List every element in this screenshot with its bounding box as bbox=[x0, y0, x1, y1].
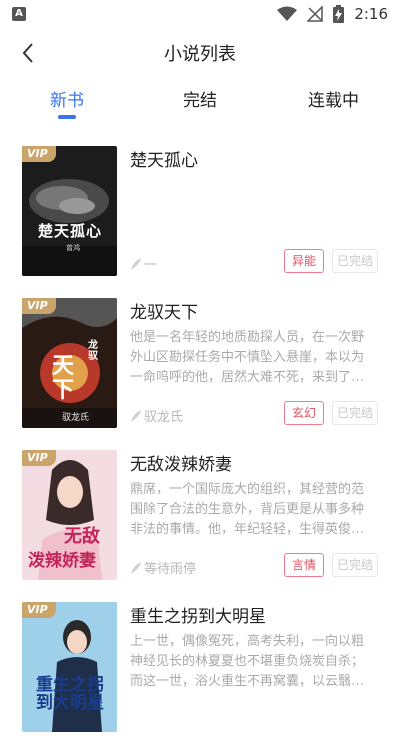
author-name: 驭龙氏 bbox=[144, 410, 184, 425]
cover-title: 楚天孤心 bbox=[38, 222, 103, 240]
cover-author: 曾鸿 bbox=[66, 244, 80, 252]
book-description: 鼎席，一个国际庞大的组织，其经营的范围除了合法的生意外，背后更是从事多种非法的事… bbox=[130, 482, 365, 537]
cover-title-line2: 泼辣娇妻 bbox=[28, 551, 96, 571]
tab-serializing[interactable]: 连载中 bbox=[308, 86, 359, 111]
notification-icon: A bbox=[12, 7, 26, 21]
vip-badge: VIP bbox=[22, 450, 56, 466]
tab-active-indicator bbox=[58, 115, 76, 119]
book-title: 无敌泼辣娇妻 bbox=[130, 455, 232, 475]
status-bar: A 2:16 bbox=[0, 0, 400, 28]
book-description: 上一世，偶像冤死，高考失利，一向以粗神经见长的林夏夏也不堪重负烧炭自杀；而这一世… bbox=[130, 634, 365, 689]
quill-icon bbox=[131, 409, 141, 422]
vip-badge: VIP bbox=[22, 602, 56, 618]
genre-tag: 玄幻 bbox=[284, 401, 324, 425]
quill-icon bbox=[131, 257, 141, 270]
cover-title: 天下 bbox=[52, 353, 75, 403]
clock: 2:16 bbox=[354, 5, 388, 23]
book-description: 他是一名年轻的地质勘探人员，在一次野外山区勘探任务中不慎坠入悬崖，本以为一命呜呼… bbox=[130, 330, 365, 385]
book-cover: VIP 楚天孤心 曾鸿 bbox=[22, 146, 117, 276]
book-title: 重生之拐到大明星 bbox=[130, 607, 266, 627]
no-signal-icon bbox=[307, 6, 324, 22]
cover-title: 重生之拐到大明星 bbox=[36, 675, 104, 713]
book-item[interactable]: VIP 重生之拐到大明星 重生之拐到大明星 上一世，偶像冤死，高考失利，一向以粗… bbox=[0, 596, 400, 736]
battery-charging-icon bbox=[333, 5, 345, 23]
book-title: 楚天孤心 bbox=[130, 151, 198, 171]
book-cover: VIP 龙驭 天下 驭龙氏 bbox=[22, 298, 117, 428]
book-title: 龙驭天下 bbox=[130, 303, 198, 323]
wifi-icon bbox=[277, 6, 298, 21]
genre-tag: 言情 bbox=[284, 553, 324, 577]
tab-bar: 新书 完结 连载中 bbox=[0, 80, 400, 124]
cover-title-small: 龙驭 bbox=[88, 340, 98, 362]
vip-badge: VIP bbox=[22, 298, 56, 314]
book-cover: VIP 无敌 泼辣娇妻 bbox=[22, 450, 117, 580]
book-item[interactable]: VIP 无敌 泼辣娇妻 无敌泼辣娇妻 鼎席，一个国际庞大的组织，其经营的范围除了… bbox=[0, 444, 400, 584]
author-name: 一 bbox=[144, 258, 158, 273]
book-item[interactable]: VIP 龙驭 天下 驭龙氏 龙驭天下 他是一名年轻的地质勘探人员，在一次野外山区… bbox=[0, 292, 400, 432]
cover-title-line1: 无敌 bbox=[64, 526, 100, 547]
book-author: 一 bbox=[130, 254, 157, 273]
status-tag: 已完结 bbox=[332, 553, 378, 577]
status-tag: 已完结 bbox=[332, 401, 378, 425]
book-author: 等待雨停 bbox=[130, 558, 196, 577]
author-name: 等待雨停 bbox=[144, 562, 197, 577]
book-author: 驭龙氏 bbox=[130, 406, 183, 425]
genre-tag: 异能 bbox=[284, 249, 324, 273]
book-item[interactable]: VIP 楚天孤心 曾鸿 楚天孤心 一 异能 已完结 bbox=[0, 140, 400, 280]
page-title: 小说列表 bbox=[164, 44, 236, 65]
status-tag: 已完结 bbox=[332, 249, 378, 273]
book-cover: VIP 重生之拐到大明星 bbox=[22, 602, 117, 732]
tab-new-books[interactable]: 新书 bbox=[50, 86, 84, 111]
quill-icon bbox=[131, 561, 141, 574]
cover-author: 驭龙氏 bbox=[62, 413, 90, 423]
tab-completed[interactable]: 完结 bbox=[183, 86, 217, 111]
vip-badge: VIP bbox=[22, 146, 56, 162]
nav-bar: 小说列表 bbox=[0, 30, 400, 74]
